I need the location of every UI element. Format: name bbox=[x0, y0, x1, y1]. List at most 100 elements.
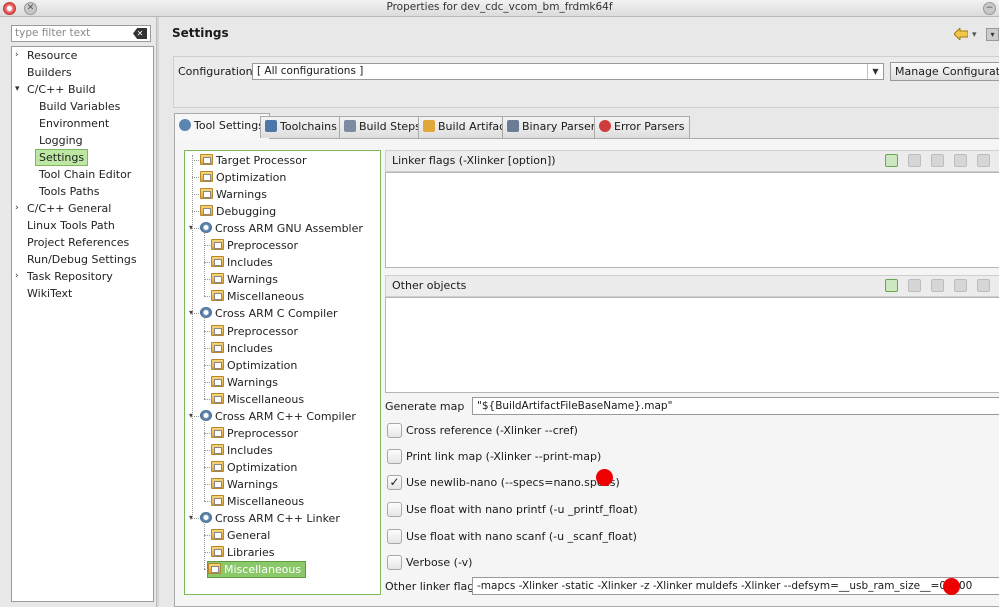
configuration-select[interactable]: [ All configurations ] ▼ bbox=[252, 63, 884, 80]
other-linker-flags-input[interactable]: -mapcs -Xlinker -static -Xlinker -z -Xli… bbox=[472, 577, 999, 595]
edit-icon[interactable] bbox=[931, 154, 944, 167]
nav-item-c-c-build[interactable]: ▾ C/C++ Build bbox=[15, 81, 96, 98]
tool-tree-item-optimization[interactable]: Optimization bbox=[200, 169, 286, 186]
folder-options-icon bbox=[211, 375, 224, 387]
tool-tree-item-general[interactable]: General bbox=[211, 527, 270, 544]
tool-tree-label: Debugging bbox=[216, 205, 277, 219]
tool-settings-tree[interactable]: Target Processor Optimization Warnings Debu… bbox=[184, 150, 381, 595]
nav-item-build-variables[interactable]: Build Variables bbox=[39, 98, 120, 115]
tool-gear-icon bbox=[200, 409, 212, 421]
chevron-down-icon[interactable]: ▼ bbox=[867, 64, 883, 79]
delete-icon[interactable] bbox=[908, 279, 921, 292]
tool-tree-item-includes[interactable]: Includes bbox=[211, 254, 273, 271]
tab-tool-settings[interactable]: Tool Settings bbox=[174, 113, 270, 139]
tool-tree-item-cross-arm-gnu-assembler[interactable]: Cross ARM GNU Assembler bbox=[200, 220, 363, 237]
tool-tree-label: Cross ARM C++ Compiler bbox=[215, 409, 356, 423]
nav-item-task-repository[interactable]: › Task Repository bbox=[15, 268, 113, 285]
nav-item-builders[interactable]: Builders bbox=[27, 64, 72, 81]
tool-tree-item-cross-arm-c-compiler[interactable]: Cross ARM C Compiler bbox=[200, 305, 338, 322]
tool-tree-item-miscellaneous[interactable]: Miscellaneous bbox=[211, 288, 304, 305]
tool-tree-item-warnings[interactable]: Warnings bbox=[211, 476, 278, 493]
back-arrow-icon[interactable] bbox=[954, 28, 968, 40]
tool-tree-item-preprocessor[interactable]: Preprocessor bbox=[211, 323, 298, 340]
nav-item-project-references[interactable]: Project References bbox=[27, 234, 129, 251]
nav-item-linux-tools-path[interactable]: Linux Tools Path bbox=[27, 217, 115, 234]
tab-build-artifact[interactable]: Build Artifact bbox=[418, 116, 516, 138]
tool-tree-item-warnings[interactable]: Warnings bbox=[200, 186, 267, 203]
tool-tree-item-warnings[interactable]: Warnings bbox=[211, 271, 278, 288]
expand-arrow-icon[interactable]: › bbox=[15, 268, 19, 285]
nav-item-logging[interactable]: Logging bbox=[39, 132, 83, 149]
tool-tree-item-includes[interactable]: Includes bbox=[211, 340, 273, 357]
checkbox[interactable] bbox=[387, 449, 402, 464]
property-page-tree[interactable]: › Resource Builders ▾ C/C++ Build Build Varia… bbox=[11, 46, 154, 602]
tool-tree-item-target-processor[interactable]: Target Processor bbox=[200, 152, 307, 169]
nav-item-settings[interactable]: Settings bbox=[35, 149, 89, 166]
edit-icon[interactable] bbox=[931, 279, 944, 292]
folder-options-icon bbox=[211, 341, 224, 353]
tool-tree-item-miscellaneous[interactable]: Miscellaneous bbox=[207, 561, 307, 579]
configuration-value: [ All configurations ] bbox=[257, 65, 364, 77]
tool-tree-item-debugging[interactable]: Debugging bbox=[200, 203, 276, 220]
tool-tree-item-preprocessor[interactable]: Preprocessor bbox=[211, 237, 298, 254]
nav-item-wikitext[interactable]: WikiText bbox=[27, 285, 72, 302]
add-icon[interactable] bbox=[885, 154, 898, 167]
tree-connector bbox=[204, 419, 205, 501]
minimize-icon[interactable]: − bbox=[983, 2, 996, 15]
tree-connector bbox=[192, 415, 199, 417]
tool-tree-item-optimization[interactable]: Optimization bbox=[211, 459, 297, 476]
view-menu-icon[interactable]: ▾ bbox=[986, 28, 999, 41]
tool-gear-icon bbox=[200, 222, 212, 234]
nav-item-resource[interactable]: › Resource bbox=[15, 47, 77, 64]
tool-tree-item-libraries[interactable]: Libraries bbox=[211, 544, 275, 561]
pane-splitter[interactable] bbox=[156, 17, 159, 607]
checkbox[interactable] bbox=[387, 423, 402, 438]
checkbox[interactable] bbox=[387, 555, 402, 570]
folder-options-icon bbox=[211, 392, 224, 404]
tab-error-parsers[interactable]: Error Parsers bbox=[594, 116, 691, 138]
folder-options-icon bbox=[211, 239, 224, 251]
tab-label: Build Artifact bbox=[438, 120, 510, 133]
tab-binary-parsers[interactable]: Binary Parsers bbox=[502, 116, 607, 138]
tool-tree-item-miscellaneous[interactable]: Miscellaneous bbox=[211, 493, 304, 510]
checkbox[interactable] bbox=[387, 502, 402, 517]
tree-connector bbox=[204, 501, 210, 502]
nav-item-environment[interactable]: Environment bbox=[39, 115, 109, 132]
collapse-arrow-icon[interactable]: ▾ bbox=[15, 81, 20, 98]
tab-build-steps[interactable]: Build Steps bbox=[339, 116, 427, 138]
clear-filter-icon[interactable]: ✕ bbox=[133, 28, 147, 39]
expand-arrow-icon[interactable]: › bbox=[15, 200, 19, 217]
tool-tree-item-cross-arm-c-compiler[interactable]: Cross ARM C++ Compiler bbox=[200, 408, 356, 425]
nav-item-run-debug-settings[interactable]: Run/Debug Settings bbox=[27, 251, 137, 268]
checkbox[interactable] bbox=[387, 529, 402, 544]
tab-toolchains[interactable]: Toolchains bbox=[260, 116, 343, 138]
tool-tree-item-warnings[interactable]: Warnings bbox=[211, 374, 278, 391]
tool-tree-item-includes[interactable]: Includes bbox=[211, 442, 273, 459]
tool-tree-item-cross-arm-c-linker[interactable]: Cross ARM C++ Linker bbox=[200, 510, 340, 527]
nav-item-label: Run/Debug Settings bbox=[27, 253, 137, 266]
manage-configurations-button[interactable]: Manage Configurations... bbox=[890, 62, 999, 81]
move-down-icon[interactable] bbox=[977, 279, 990, 292]
expand-arrow-icon[interactable]: › bbox=[15, 47, 19, 64]
tree-connector bbox=[192, 313, 199, 315]
folder-options-icon bbox=[211, 426, 224, 438]
generate-map-input[interactable]: "${BuildArtifactFileBaseName}.map" bbox=[472, 397, 999, 415]
nav-item-tools-paths[interactable]: Tools Paths bbox=[39, 183, 100, 200]
tool-tree-label: Libraries bbox=[227, 546, 275, 560]
add-icon[interactable] bbox=[885, 279, 898, 292]
move-up-icon[interactable] bbox=[954, 154, 967, 167]
tree-connector bbox=[192, 155, 193, 518]
other-objects-list[interactable] bbox=[385, 297, 999, 393]
move-up-icon[interactable] bbox=[954, 279, 967, 292]
nav-item-tool-chain-editor[interactable]: Tool Chain Editor bbox=[39, 166, 131, 183]
delete-icon[interactable] bbox=[908, 154, 921, 167]
chevron-down-icon[interactable]: ▾ bbox=[972, 30, 977, 40]
tool-tree-item-preprocessor[interactable]: Preprocessor bbox=[211, 425, 298, 442]
move-down-icon[interactable] bbox=[977, 154, 990, 167]
tool-tree-item-optimization[interactable]: Optimization bbox=[211, 357, 297, 374]
nav-item-c-c-general[interactable]: › C/C++ General bbox=[15, 200, 111, 217]
linker-flags-list[interactable] bbox=[385, 172, 999, 268]
checkbox-checked[interactable]: ✓ bbox=[387, 475, 402, 490]
tool-tree-item-miscellaneous[interactable]: Miscellaneous bbox=[211, 391, 304, 408]
filter-input[interactable]: type filter text ✕ bbox=[11, 25, 151, 42]
